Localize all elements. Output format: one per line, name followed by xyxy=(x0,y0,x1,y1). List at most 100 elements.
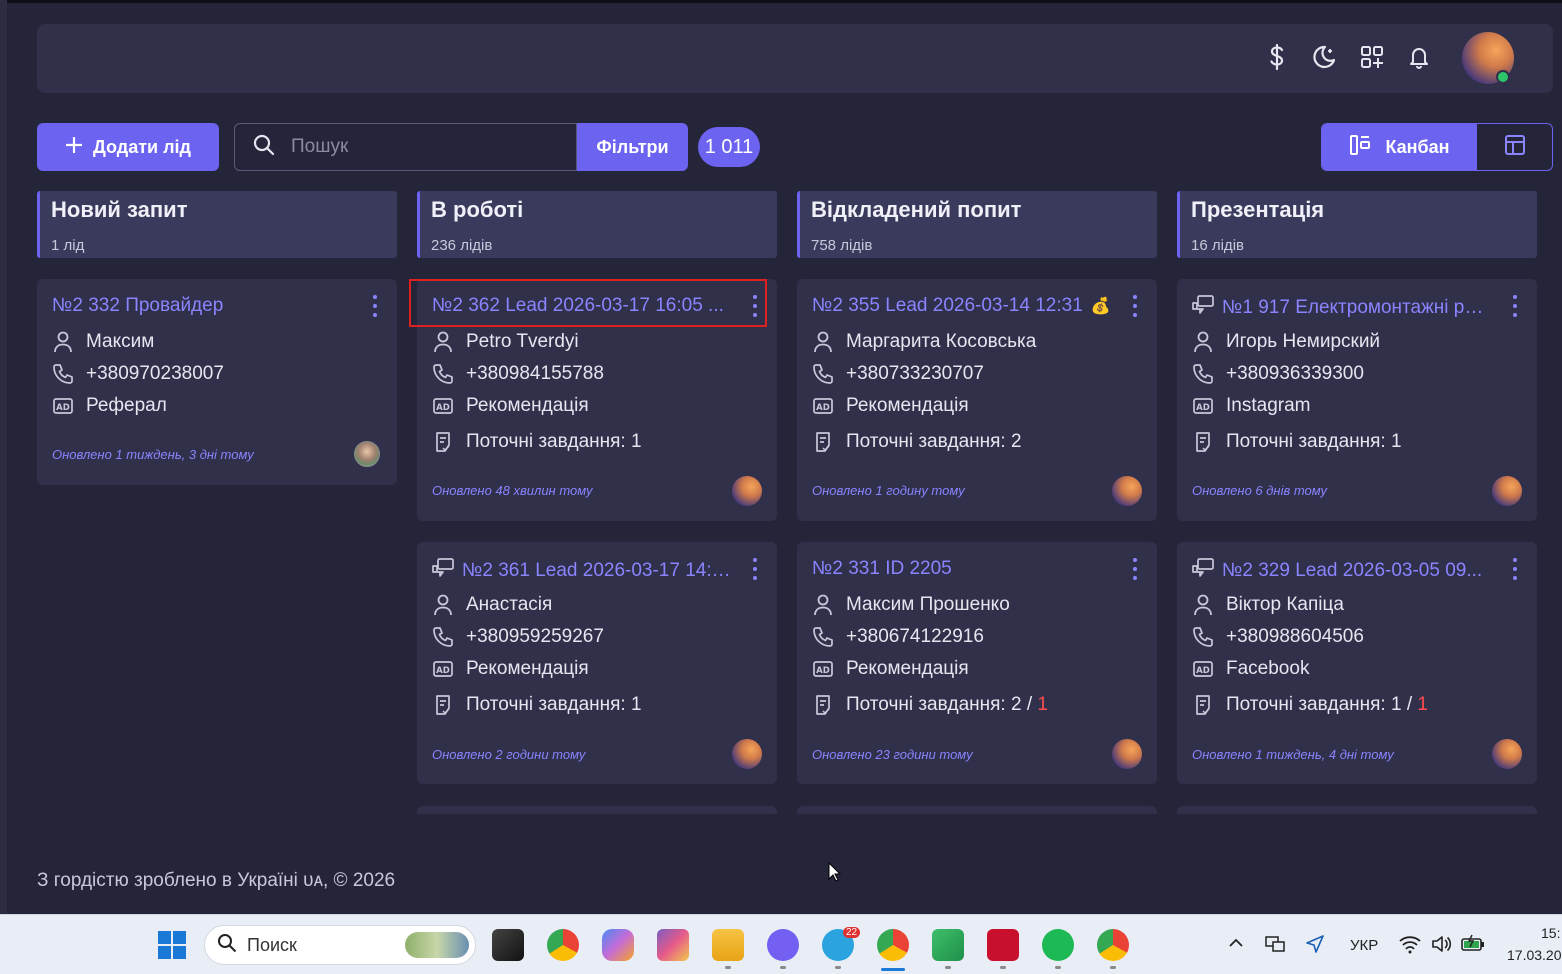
lead-card-title[interactable]: №1 917 Електромонтажні роб... xyxy=(1192,295,1492,321)
spotify-icon[interactable] xyxy=(1042,929,1074,961)
kanban-view-button[interactable]: Канбан xyxy=(1322,124,1477,170)
lead-tasks[interactable]: Поточні завдання: 1 xyxy=(1192,431,1402,453)
phone-app-icon[interactable] xyxy=(932,929,964,961)
clock-date[interactable]: 17.03.20 xyxy=(1507,947,1562,963)
column-title: Відкладений попит xyxy=(811,197,1022,222)
search-icon xyxy=(253,134,275,161)
telegram-unread-badge: 22 xyxy=(843,927,861,938)
person-icon xyxy=(1192,331,1214,353)
window-top-border xyxy=(0,0,1562,3)
lead-phone[interactable]: +380959259267 xyxy=(432,626,604,648)
column-header-new-request: Новий запит 1 лід xyxy=(37,191,397,258)
task-view-icon[interactable] xyxy=(492,929,524,961)
lead-phone[interactable]: +380936339300 xyxy=(1192,363,1364,385)
lead-card-title[interactable]: №2 355 Lead 2026-03-14 12:31 💰 xyxy=(812,295,1112,317)
lead-card-partial[interactable] xyxy=(797,806,1157,814)
table-view-button[interactable] xyxy=(1477,124,1552,170)
task-list-icon xyxy=(812,694,834,716)
lead-phone[interactable]: +380733230707 xyxy=(812,363,984,385)
running-indicator xyxy=(1000,966,1006,969)
manager-avatar xyxy=(1112,476,1142,506)
lead-card[interactable]: №2 331 ID 2205 Максим Прошенко +38067412… xyxy=(797,542,1157,784)
lead-card[interactable]: №2 329 Lead 2026-03-05 09... Віктор Капі… xyxy=(1177,542,1537,784)
lead-tasks[interactable]: Поточні завдання: 1 xyxy=(432,694,642,716)
lead-card[interactable]: №2 355 Lead 2026-03-14 12:31 💰 Маргарита… xyxy=(797,279,1157,521)
volume-icon[interactable] xyxy=(1430,933,1452,955)
lead-card-partial[interactable] xyxy=(1177,806,1537,814)
more-options-icon[interactable] xyxy=(1511,295,1519,317)
lead-source: AD Реферал xyxy=(52,395,167,417)
more-options-icon[interactable] xyxy=(1511,558,1519,580)
add-lead-button[interactable]: Додати лід xyxy=(37,123,219,171)
more-options-icon[interactable] xyxy=(1131,558,1139,580)
lead-card-title[interactable]: №2 329 Lead 2026-03-05 09... xyxy=(1192,558,1492,584)
lead-card-title[interactable]: №2 361 Lead 2026-03-17 14:4... xyxy=(432,558,732,584)
lead-card[interactable]: №1 917 Електромонтажні роб... Игорь Неми… xyxy=(1177,279,1537,521)
theme-moon-icon[interactable] xyxy=(1309,42,1339,72)
windows-taskbar: Поиск 22 УКР 15: 17.03.20 xyxy=(0,914,1562,974)
overdue-tasks-count: 1 xyxy=(1417,694,1428,715)
location-arrow-icon[interactable] xyxy=(1304,933,1326,955)
image-editor-icon[interactable] xyxy=(657,929,689,961)
bell-icon[interactable] xyxy=(1404,42,1434,72)
lead-phone[interactable]: +380984155788 xyxy=(432,363,604,385)
viber-icon[interactable] xyxy=(767,929,799,961)
lead-phone[interactable]: +380988604506 xyxy=(1192,626,1364,648)
more-options-icon[interactable] xyxy=(1131,295,1139,317)
search-input[interactable] xyxy=(291,136,531,158)
apps-icon[interactable] xyxy=(1357,42,1387,72)
table-icon xyxy=(1504,134,1526,161)
lead-contact-name: Маргарита Косовська xyxy=(812,331,1036,353)
lead-card[interactable]: №2 332 Провайдер Максим +380970238007 AD… xyxy=(37,279,397,485)
lead-updated-time: Оновлено 6 днів тому xyxy=(1192,483,1328,498)
taskbar-search[interactable]: Поиск xyxy=(204,925,476,965)
svg-text:AD: AD xyxy=(816,666,830,676)
lead-phone[interactable]: +380970238007 xyxy=(52,363,224,385)
lead-contact-name: Petro Tverdyi xyxy=(432,331,579,353)
chrome-second-profile-icon[interactable] xyxy=(1097,929,1129,961)
wifi-icon[interactable] xyxy=(1398,933,1422,955)
lead-card-title[interactable]: №2 332 Провайдер xyxy=(52,295,352,317)
lead-tasks[interactable]: Поточні завдання: 1 / 1 xyxy=(1192,694,1428,716)
kanban-icon xyxy=(1349,134,1371,161)
chevron-up-icon[interactable] xyxy=(1226,933,1246,953)
selected-card-highlight xyxy=(409,279,767,327)
lead-phone[interactable]: +380674122916 xyxy=(812,626,984,648)
file-explorer-icon[interactable] xyxy=(712,929,744,961)
battery-charging-icon[interactable] xyxy=(1460,933,1486,955)
windows-start-icon[interactable] xyxy=(156,929,188,961)
person-icon xyxy=(432,594,454,616)
copilot-icon[interactable] xyxy=(602,929,634,961)
lead-tasks[interactable]: Поточні завдання: 1 xyxy=(432,431,642,453)
lead-card-partial[interactable] xyxy=(417,806,777,814)
dollar-icon[interactable] xyxy=(1262,42,1292,72)
leads-count-badge: 1 011 xyxy=(698,127,760,167)
lead-updated-time: Оновлено 1 тиждень, 4 дні тому xyxy=(1192,747,1394,762)
person-icon xyxy=(1192,594,1214,616)
running-indicator xyxy=(835,966,841,969)
network-devices-icon[interactable] xyxy=(1264,933,1286,955)
chrome-icon[interactable] xyxy=(547,929,579,961)
svg-text:AD: AD xyxy=(816,403,830,413)
search-box[interactable] xyxy=(234,123,577,171)
more-options-icon[interactable] xyxy=(371,295,379,317)
lead-card-title[interactable]: №2 331 ID 2205 xyxy=(812,558,1112,580)
column-title: В роботі xyxy=(431,197,524,222)
more-options-icon[interactable] xyxy=(751,558,759,580)
plus-icon xyxy=(65,136,83,159)
keyboard-language[interactable]: УКР xyxy=(1350,937,1378,954)
column-header-presentation: Презентація 16 лідів xyxy=(1177,191,1537,258)
lead-contact-name: Игорь Немирский xyxy=(1192,331,1380,353)
mcafee-icon[interactable] xyxy=(987,929,1019,961)
lead-tasks[interactable]: Поточні завдання: 2 xyxy=(812,431,1022,453)
clock-time[interactable]: 15: xyxy=(1541,925,1560,941)
ad-icon: AD xyxy=(432,395,454,417)
lead-updated-time: Оновлено 1 годину тому xyxy=(812,483,965,498)
person-icon xyxy=(812,594,834,616)
lead-card[interactable]: №2 361 Lead 2026-03-17 14:4... Анастасія… xyxy=(417,542,777,784)
chrome-profile-icon[interactable] xyxy=(877,929,909,961)
lead-tasks[interactable]: Поточні завдання: 2 / 1 xyxy=(812,694,1048,716)
column-header-deferred-demand: Відкладений попит 758 лідів xyxy=(797,191,1157,258)
filters-button[interactable]: Фільтри xyxy=(577,123,688,171)
svg-text:AD: AD xyxy=(436,666,450,676)
